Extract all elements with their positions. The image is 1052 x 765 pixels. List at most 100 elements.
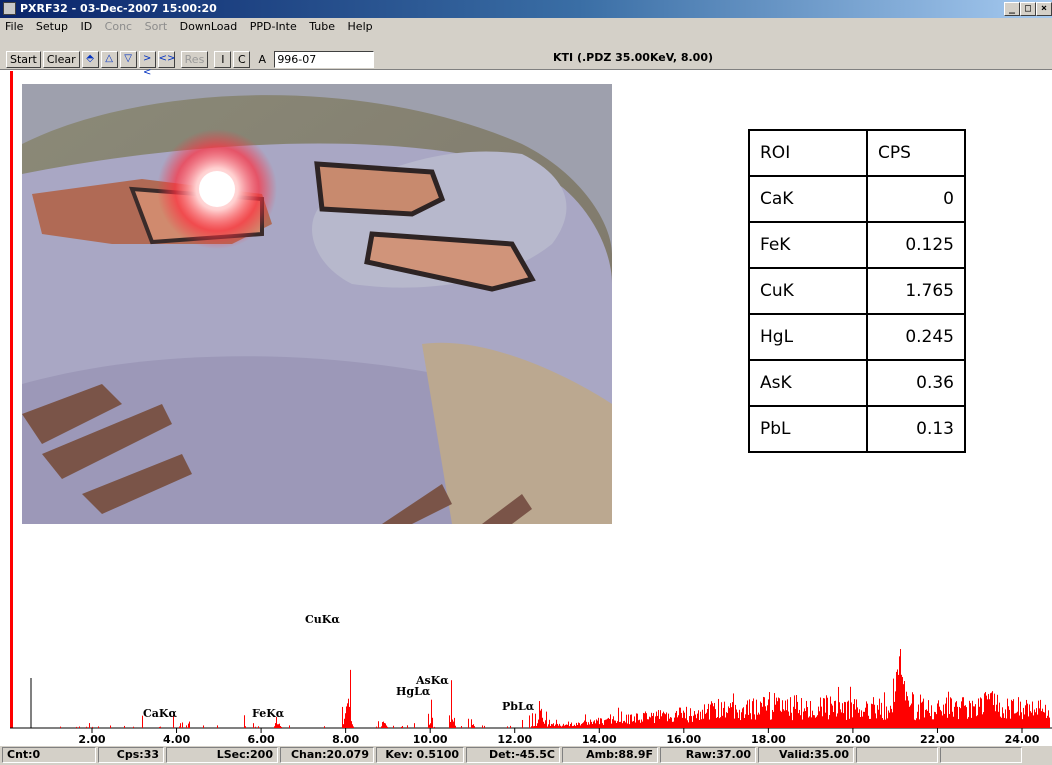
spectrum-bar — [934, 711, 935, 728]
spectrum-bar — [959, 706, 960, 728]
spectrum-bar — [879, 698, 880, 728]
spectrum-bar — [535, 713, 536, 728]
spectrum-bar — [893, 678, 894, 728]
spectrum-bar — [678, 715, 679, 728]
spectrum-bar — [414, 723, 415, 728]
roi-name: HgL — [748, 313, 868, 361]
i-button[interactable]: I — [214, 51, 232, 68]
status-empty-1 — [856, 747, 938, 763]
scale-down-icon[interactable]: ▽ — [119, 51, 137, 68]
spectrum-bar — [894, 701, 895, 728]
spectrum-bar — [1021, 712, 1022, 728]
spectrum-bar — [449, 715, 450, 728]
spectrum-bar — [386, 725, 387, 728]
spectrum-bar — [737, 712, 738, 728]
spectrum-bar — [807, 707, 808, 728]
spectrum-bar — [763, 696, 764, 728]
spectrum-bar — [840, 709, 841, 728]
home-icon[interactable]: ⬘ — [81, 51, 99, 68]
spectrum-bar — [681, 712, 682, 728]
spectrum-bar — [565, 724, 566, 728]
close-icon[interactable]: × — [1036, 2, 1052, 16]
header-roi: ROI — [748, 129, 868, 177]
spectrum-bar — [602, 723, 603, 728]
menu-download[interactable]: DownLoad — [175, 18, 242, 33]
menu-conc[interactable]: Conc — [100, 18, 136, 33]
spectrum-bar — [1016, 712, 1017, 728]
menu-ppd-inte[interactable]: PPD-Inte — [245, 18, 301, 33]
spectrum-bar — [942, 715, 943, 728]
spectrum-bar — [833, 712, 834, 728]
spectrum-bar — [533, 726, 534, 728]
minimize-icon[interactable]: _ — [1004, 2, 1020, 16]
clear-button[interactable]: Clear — [42, 51, 80, 68]
spectrum-bar — [627, 723, 628, 728]
spectrum-bar — [695, 714, 696, 728]
peak-label-ca: CaKα — [143, 707, 177, 720]
spectrum-bar — [617, 721, 618, 728]
spectrum-bar — [718, 698, 719, 728]
zoom-out-icon[interactable]: <> — [157, 51, 175, 68]
spectrum-bar — [562, 725, 563, 728]
spectrum-bar — [869, 718, 870, 728]
res-button[interactable]: Res — [180, 51, 209, 68]
menu-file[interactable]: File — [0, 18, 27, 33]
zoom-in-icon[interactable]: >< — [138, 51, 156, 78]
spectrum-bar — [682, 717, 683, 728]
spectrum-bar — [245, 726, 246, 728]
camera-image — [22, 84, 612, 524]
scale-up-icon[interactable]: △ — [100, 51, 118, 68]
maximize-icon[interactable]: □ — [1020, 2, 1036, 16]
spectrum-bar — [430, 723, 431, 728]
spectrum-bar — [746, 704, 747, 728]
spectrum-bar — [749, 699, 750, 728]
spectrum-bar — [943, 704, 944, 728]
spectrum-bar — [788, 711, 789, 728]
spectrum-bar — [935, 712, 936, 728]
spectrum-bar — [990, 693, 991, 728]
spectrum-bar — [801, 698, 802, 728]
spectrum-bar — [708, 703, 709, 728]
spectrum-bar — [782, 700, 783, 728]
spectrum-bar — [772, 709, 773, 728]
spectrum-bar — [880, 714, 881, 728]
spectrum-bar — [803, 711, 804, 728]
spectrum-bar — [593, 721, 594, 728]
menu-setup[interactable]: Setup — [31, 18, 72, 33]
x-tick-label: 20.00 — [836, 733, 871, 746]
spectrum-bar — [814, 715, 815, 728]
peak-label-pb: PbLα — [502, 700, 535, 713]
spectrum-bar — [1028, 716, 1029, 728]
spectrum-bar — [926, 709, 927, 728]
spectrum-bar — [754, 714, 755, 728]
spectrum-bar — [450, 721, 451, 728]
menu-sort[interactable]: Sort — [140, 18, 172, 33]
spectrum-bar — [979, 706, 980, 728]
menu-id[interactable]: ID — [75, 18, 96, 33]
spectrum-bar — [537, 723, 538, 728]
c-button[interactable]: C — [233, 51, 251, 68]
spectrum-bar — [853, 704, 854, 728]
start-button[interactable]: Start — [6, 51, 41, 68]
spectrum-bar — [995, 711, 996, 728]
spectrum-bar — [920, 694, 921, 728]
menu-tube[interactable]: Tube — [304, 18, 339, 33]
sample-id-input[interactable]: 996-07 — [274, 51, 375, 68]
spectrum-bar — [544, 723, 545, 728]
spectrum-bar — [76, 726, 77, 728]
spectrum-bar — [601, 718, 602, 728]
spectrum-bar — [929, 712, 930, 728]
spectrum-plot[interactable]: 2.00 4.00 6.00 8.00 10.00 12.00 14.00 16.00 18.0… — [0, 560, 1052, 760]
menu-help[interactable]: Help — [343, 18, 377, 33]
spectrum-bar — [874, 704, 875, 728]
roi-cps: 0.125 — [866, 221, 966, 269]
spectrum-bar — [734, 718, 735, 728]
a-button[interactable]: A — [252, 51, 273, 68]
spectrum-bar — [556, 719, 557, 728]
spectrum-ticks: 2.00 4.00 6.00 8.00 10.00 12.00 14.00 16.00 18.0… — [78, 728, 1040, 746]
spectrum-bar — [653, 713, 654, 728]
spectrum-bar — [878, 709, 879, 728]
spectrum-bar — [574, 724, 575, 728]
spectrum-bar — [668, 713, 669, 728]
spectrum-bar — [910, 705, 911, 728]
